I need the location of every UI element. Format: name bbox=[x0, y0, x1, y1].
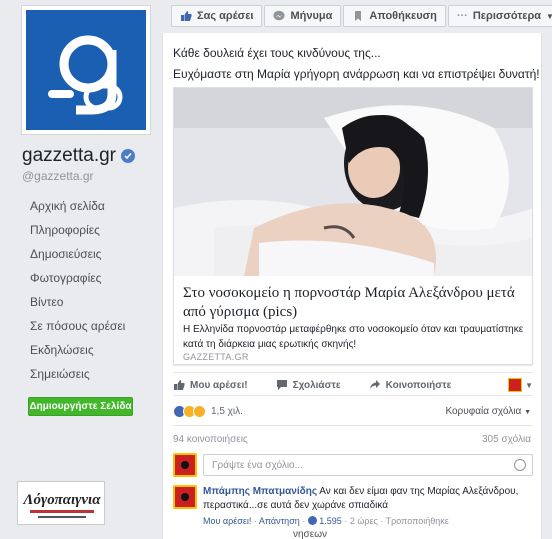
sad-reaction-icon bbox=[193, 405, 206, 418]
post-share-label: Κοινοποιήστε bbox=[385, 379, 452, 391]
emoji-icon[interactable] bbox=[514, 459, 526, 471]
nav-item-events[interactable]: Εκδηλώσεις bbox=[30, 344, 125, 368]
post-text: Κάθε δουλειά έχει τους κινδύνους της... … bbox=[173, 43, 540, 85]
comment: Μπάμπης Μπατμανίδης Αν και δεν είμαι φαν… bbox=[173, 485, 533, 526]
comment-time[interactable]: 2 ώρες bbox=[350, 516, 378, 526]
share-icon bbox=[369, 379, 381, 391]
post-like-label: Μου αρέσει! bbox=[190, 379, 248, 391]
like-page-button[interactable]: Σας αρέσει bbox=[171, 5, 263, 27]
page-name-text[interactable]: gazzetta.gr bbox=[22, 145, 116, 167]
nav-item-videos[interactable]: Βίντεο bbox=[30, 296, 125, 320]
message-label: Μήνυμα bbox=[290, 10, 333, 22]
nav-item-likes[interactable]: Σε πόσους αρέσει bbox=[30, 320, 125, 344]
ellipsis-icon: ··· bbox=[456, 10, 468, 22]
post-text-line-2: Ευχόμαστε στη Μαρία γρήγορη ανάρρωση και… bbox=[173, 67, 540, 81]
sort-label: Κορυφαία σχόλια bbox=[445, 406, 522, 417]
more-button[interactable]: ··· Περισσότερα ▼ bbox=[447, 5, 552, 27]
comment-placeholder: Γράψτε ένα σχόλιο... bbox=[212, 460, 303, 471]
verified-icon bbox=[121, 149, 135, 163]
post-card: Κάθε δουλειά έχει τους κινδύνους της... … bbox=[162, 33, 542, 539]
comment-body: Μπάμπης Μπατμανίδης Αν και δεν είμαι φαν… bbox=[203, 485, 523, 526]
post-share-button[interactable]: Κοινοποιήστε bbox=[369, 379, 452, 391]
chevron-down-icon: ▼ bbox=[524, 409, 531, 416]
more-replies-link[interactable]: νησεων bbox=[293, 529, 327, 539]
post-like-button[interactable]: Μου αρέσει! bbox=[173, 379, 248, 391]
comment-text-block: Μπάμπης Μπατμανίδης Αν και δεν είμαι φαν… bbox=[203, 485, 523, 513]
messenger-icon bbox=[273, 10, 285, 22]
comment-composer: Γράψτε ένα σχόλιο... bbox=[173, 453, 533, 477]
divider bbox=[173, 395, 533, 396]
thumbs-up-icon bbox=[173, 379, 185, 391]
page-action-bar: Σας αρέσει Μήνυμα Αποθήκευση ··· Περισσό… bbox=[171, 5, 552, 27]
comment-meta: Μου αρέσει! · Απάντηση · 1.595 · 2 ώρες … bbox=[203, 516, 449, 526]
save-label: Αποθήκευση bbox=[369, 10, 437, 22]
comment-author[interactable]: Μπάμπης Μπατμανίδης bbox=[203, 486, 317, 497]
save-button[interactable]: Αποθήκευση bbox=[343, 5, 446, 27]
link-preview[interactable]: Στο νοσοκομείο η πορνοστάρ Μαρία Αλεξάνδ… bbox=[173, 87, 533, 365]
chevron-down-icon: ▼ bbox=[546, 11, 552, 21]
page-handle: @gazzetta.gr bbox=[22, 169, 94, 183]
comments-count[interactable]: 305 σχόλια bbox=[482, 434, 531, 445]
nav-item-home[interactable]: Αρχική σελίδα bbox=[30, 200, 125, 224]
shares-count[interactable]: 94 κοινοποιήσεις bbox=[173, 434, 248, 445]
sponsor-logo[interactable]: Λόγοπαιγνια bbox=[17, 481, 105, 525]
like-page-label: Σας αρέσει bbox=[197, 10, 254, 22]
page-title[interactable]: gazzetta.gr bbox=[22, 145, 135, 167]
svg-text:Λόγοπαιγνια: Λόγοπαιγνια bbox=[22, 492, 101, 508]
link-preview-title[interactable]: Στο νοσοκομείο η πορνοστάρ Μαρία Αλεξάνδ… bbox=[183, 284, 523, 322]
message-button[interactable]: Μήνυμα bbox=[264, 5, 342, 27]
post-comment-label: Σχολιάστε bbox=[292, 379, 341, 391]
comment-like-link[interactable]: Μου αρέσει! bbox=[203, 516, 251, 526]
nav-item-posts[interactable]: Δημοσιεύσεις bbox=[30, 248, 125, 272]
chevron-down-icon: ▼ bbox=[525, 380, 533, 390]
reactions-summary[interactable]: 1,5 χιλ. bbox=[173, 405, 243, 418]
gazzetta-logo bbox=[26, 10, 146, 130]
comment-reply-link[interactable]: Απάντηση bbox=[259, 516, 300, 526]
link-preview-description: Η Ελληνίδα πορνοστάρ μεταφέρθηκε στο νοσ… bbox=[183, 324, 524, 350]
bookmark-icon bbox=[352, 10, 364, 22]
comment-like-icon bbox=[307, 516, 317, 525]
comment-sort-dropdown[interactable]: Κορυφαία σχόλια ▼ bbox=[445, 406, 531, 417]
link-preview-source: GAZZETTA.GR bbox=[183, 352, 249, 362]
post-actions: Μου αρέσει! Σχολιάστε Κοινοποιήστε ▼ bbox=[173, 378, 533, 392]
divider bbox=[173, 372, 533, 373]
comment-likes-count[interactable]: 1.595 bbox=[319, 516, 342, 526]
comment-input[interactable]: Γράψτε ένα σχόλιο... bbox=[203, 454, 533, 476]
post-comment-button[interactable]: Σχολιάστε bbox=[276, 379, 341, 391]
page-nav: Αρχική σελίδα Πληροφορίες Δημοσιεύσεις Φ… bbox=[30, 200, 125, 392]
avatar bbox=[173, 453, 197, 477]
nav-item-notes[interactable]: Σημειώσεις bbox=[30, 368, 125, 392]
post-as-selector[interactable]: ▼ bbox=[508, 378, 533, 392]
thumbs-up-icon bbox=[180, 10, 192, 22]
avatar[interactable] bbox=[173, 485, 197, 509]
nav-item-about[interactable]: Πληροφορίες bbox=[30, 224, 125, 248]
post-stats: 94 κοινοποιήσεις 305 σχόλια bbox=[173, 434, 531, 445]
comment-icon bbox=[276, 379, 288, 391]
page-profile-picture[interactable] bbox=[21, 5, 151, 135]
create-page-button[interactable]: Δημιουργήστε Σελίδα bbox=[28, 397, 133, 416]
divider bbox=[173, 425, 533, 426]
post-text-line-1: Κάθε δουλειά έχει τους κινδύνους της... bbox=[173, 46, 381, 60]
avatar-icon bbox=[508, 378, 523, 392]
nav-item-photos[interactable]: Φωτογραφίες bbox=[30, 272, 125, 296]
reactions-count: 1,5 χιλ. bbox=[211, 406, 243, 417]
comment-edited[interactable]: Τροποποιήθηκε bbox=[386, 516, 449, 526]
link-preview-image[interactable] bbox=[174, 88, 532, 276]
more-label: Περισσότερα bbox=[472, 10, 542, 22]
